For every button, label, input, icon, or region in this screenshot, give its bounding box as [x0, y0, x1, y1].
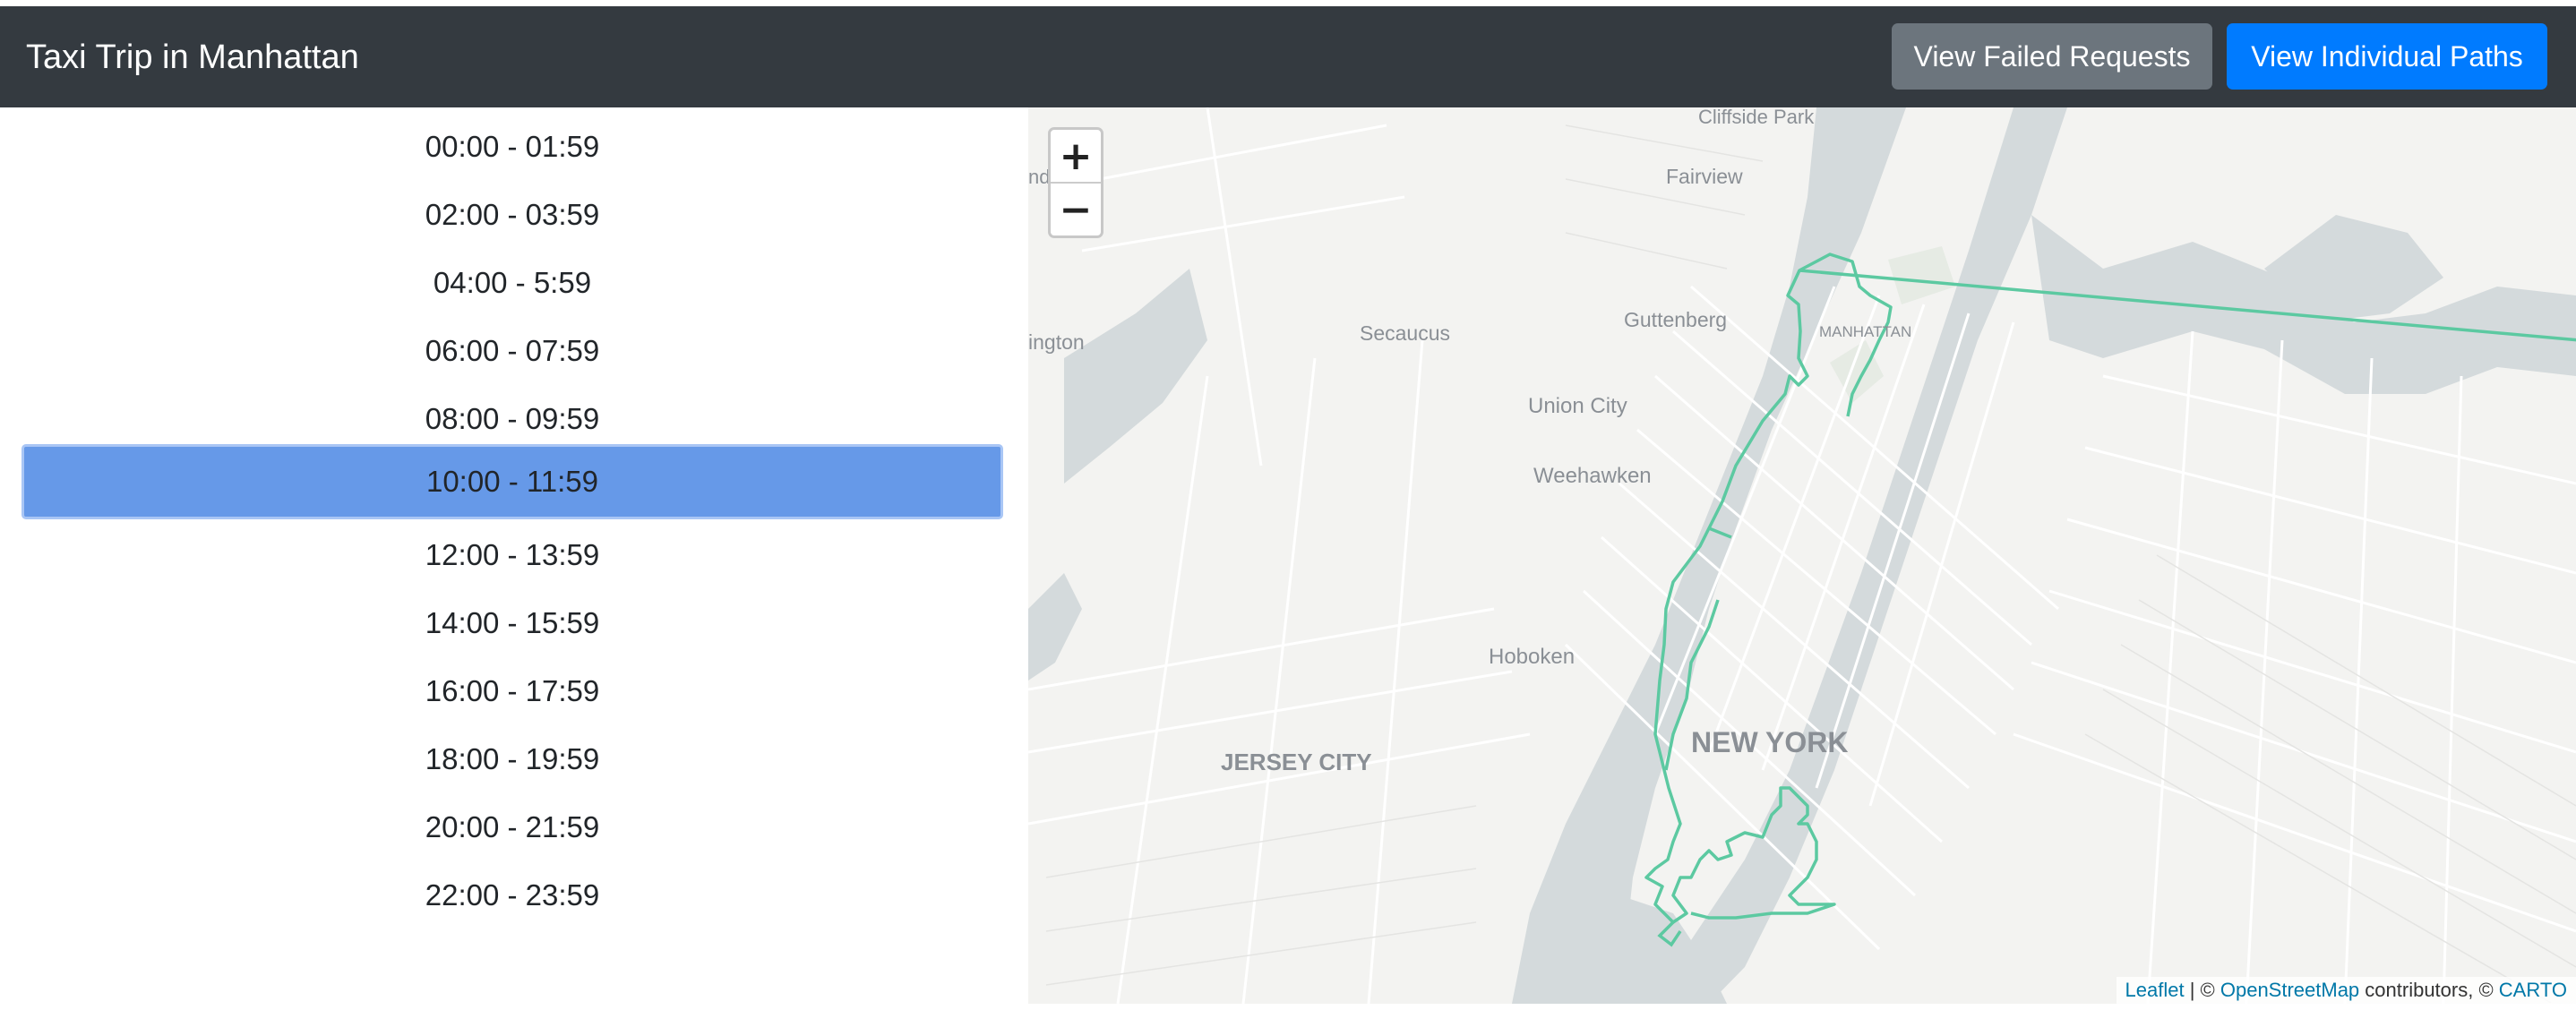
- map-attribution: Leaflet | © OpenStreetMap contributors, …: [2116, 977, 2576, 1004]
- leaflet-link[interactable]: Leaflet: [2125, 979, 2185, 1002]
- carto-link[interactable]: CARTO: [2499, 979, 2567, 1002]
- attribution-contributors: contributors, ©: [2359, 979, 2499, 1001]
- zoom-control: + −: [1048, 127, 1103, 238]
- time-slot-item[interactable]: 20:00 - 21:59: [21, 793, 1003, 861]
- label-cliffside-park: Cliffside Park: [1698, 107, 1815, 128]
- time-slot-item[interactable]: 22:00 - 23:59: [21, 861, 1003, 929]
- label-secaucus: Secaucus: [1360, 321, 1450, 345]
- label-north-bergen: nd: [1028, 166, 1050, 188]
- time-slot-item[interactable]: 06:00 - 07:59: [21, 317, 1003, 385]
- time-slot-item[interactable]: 02:00 - 03:59: [21, 181, 1003, 249]
- time-slot-list: 00:00 - 01:59 02:00 - 03:59 04:00 - 5:59…: [0, 107, 1028, 1010]
- time-slot-item[interactable]: 18:00 - 19:59: [21, 725, 1003, 793]
- label-fairview: Fairview: [1666, 165, 1743, 188]
- time-slot-item[interactable]: 00:00 - 01:59: [21, 113, 1003, 181]
- zoom-out-button[interactable]: −: [1051, 184, 1101, 235]
- time-slot-item[interactable]: 08:00 - 09:59: [21, 385, 1003, 453]
- zoom-in-button[interactable]: +: [1051, 130, 1101, 184]
- navbar: Taxi Trip in Manhattan View Failed Reque…: [0, 6, 2576, 107]
- label-hoboken: Hoboken: [1489, 645, 1575, 669]
- view-failed-requests-button[interactable]: View Failed Requests: [1892, 23, 2212, 90]
- label-weehawken: Weehawken: [1533, 464, 1652, 488]
- label-guttenberg: Guttenberg: [1624, 308, 1727, 331]
- label-kearny: ington: [1028, 330, 1085, 354]
- time-slot-item-selected[interactable]: 10:00 - 11:59: [21, 444, 1003, 519]
- time-slot-item[interactable]: 14:00 - 15:59: [21, 589, 1003, 657]
- label-union-city: Union City: [1528, 394, 1627, 418]
- label-jersey-city: JERSEY CITY: [1221, 749, 1372, 775]
- view-individual-paths-button[interactable]: View Individual Paths: [2227, 23, 2547, 90]
- time-slot-item[interactable]: 04:00 - 5:59: [21, 249, 1003, 317]
- page-title: Taxi Trip in Manhattan: [26, 39, 359, 76]
- openstreetmap-link[interactable]: OpenStreetMap: [2220, 979, 2359, 1002]
- time-slot-item[interactable]: 16:00 - 17:59: [21, 657, 1003, 725]
- label-new-york: NEW YORK: [1691, 726, 1848, 758]
- time-slot-item[interactable]: 12:00 - 13:59: [21, 521, 1003, 589]
- label-manhattan: MANHATTAN: [1819, 323, 1911, 340]
- map-tiles: Cliffside Park Fairview nd t Guttenberg …: [1028, 107, 2576, 1004]
- map-view[interactable]: Cliffside Park Fairview nd t Guttenberg …: [1028, 107, 2576, 1004]
- attribution-separator: | ©: [2184, 979, 2220, 1001]
